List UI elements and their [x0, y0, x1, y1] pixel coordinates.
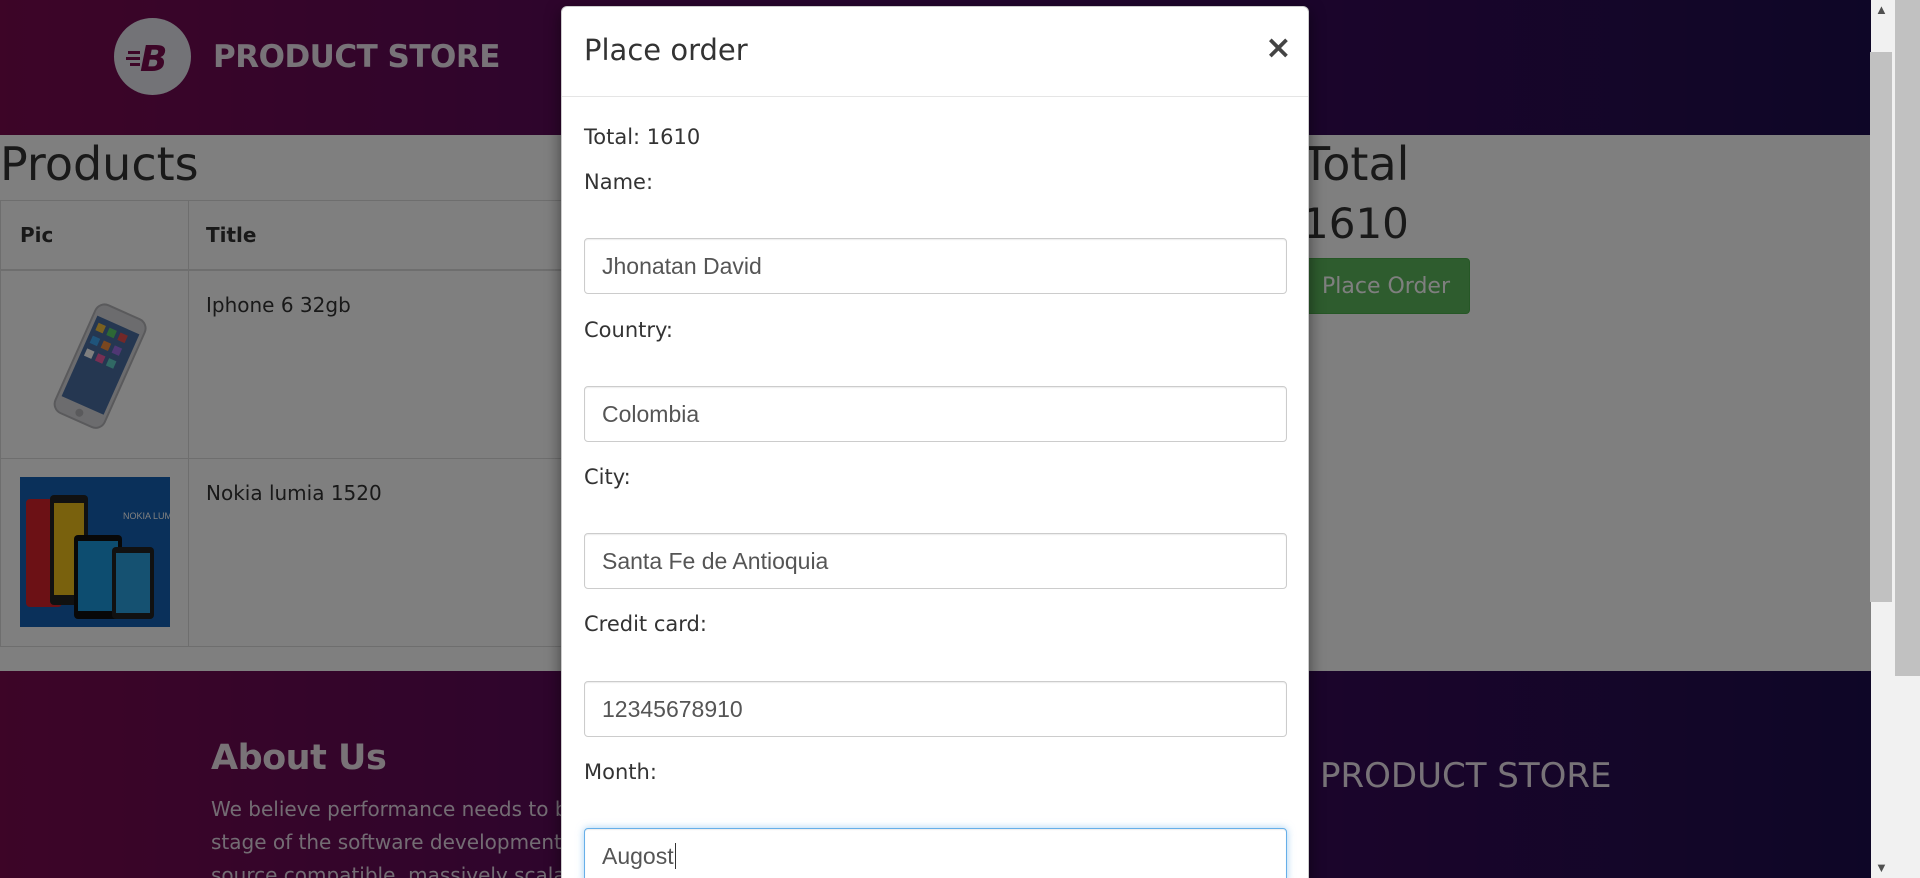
place-order-modal: Place order × Total: 1610 Name: Jhonatan… — [561, 6, 1309, 878]
country-field[interactable]: Colombia — [584, 386, 1287, 442]
country-field-value: Colombia — [602, 400, 700, 427]
country-label: Country: — [584, 318, 673, 342]
city-field[interactable]: Santa Fe de Antioquia — [584, 533, 1287, 589]
month-label: Month: — [584, 760, 657, 784]
page-scrollbar-thumb[interactable] — [1895, 0, 1920, 676]
name-field[interactable]: Jhonatan David — [584, 238, 1287, 294]
scroll-up-arrow-icon[interactable]: ▲ — [1875, 2, 1888, 17]
order-total: Total: 1610 — [584, 125, 701, 149]
text-caret — [674, 843, 676, 869]
credit-card-field[interactable]: 12345678910 — [584, 681, 1287, 737]
city-field-value: Santa Fe de Antioquia — [602, 547, 829, 574]
month-field[interactable]: Augost — [584, 828, 1287, 878]
credit-card-label: Credit card: — [584, 612, 707, 636]
modal-scrollbar-thumb[interactable] — [1870, 52, 1892, 602]
close-icon[interactable]: × — [1265, 31, 1292, 63]
month-field-value: Augost — [602, 842, 674, 869]
name-label: Name: — [584, 170, 654, 194]
name-field-value: Jhonatan David — [602, 252, 762, 279]
modal-title: Place order — [584, 33, 748, 67]
credit-card-field-value: 12345678910 — [602, 695, 743, 722]
scroll-down-arrow-icon[interactable]: ▼ — [1875, 860, 1888, 875]
modal-header: Place order × — [562, 7, 1308, 97]
city-label: City: — [584, 465, 631, 489]
